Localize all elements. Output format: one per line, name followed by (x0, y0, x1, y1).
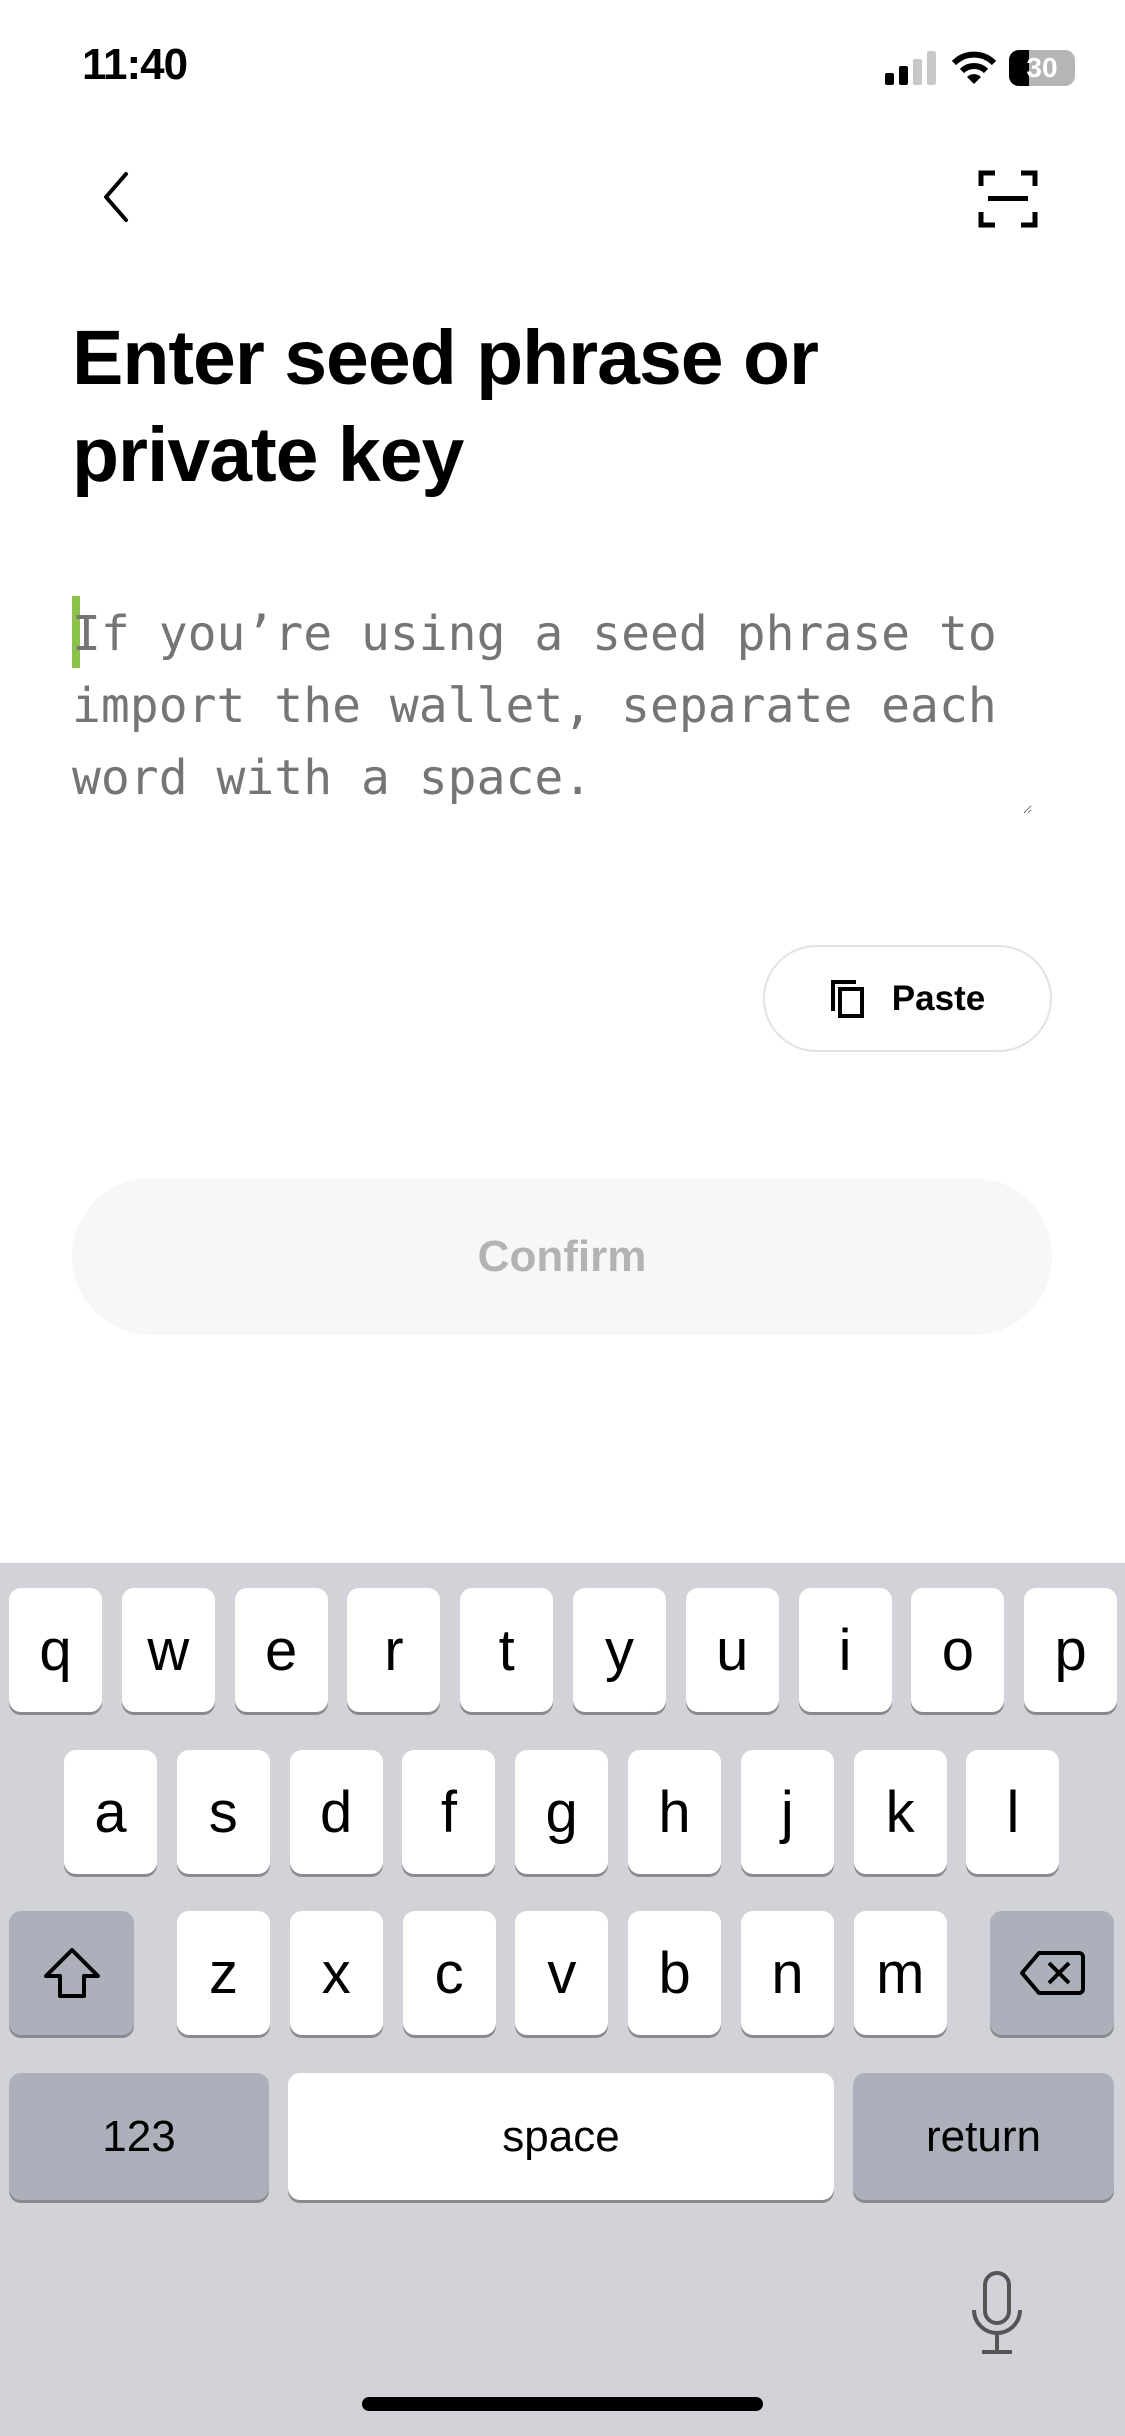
shift-key[interactable] (9, 1911, 134, 2035)
key-a[interactable]: a (64, 1750, 157, 1874)
key-u[interactable]: u (685, 1588, 779, 1712)
key-k[interactable]: k (853, 1750, 947, 1874)
numbers-key[interactable]: 123 (9, 2073, 269, 2200)
battery-indicator: 30 (1009, 50, 1075, 86)
key-d[interactable]: d (289, 1750, 383, 1874)
key-r[interactable]: r (347, 1588, 441, 1712)
key-l[interactable]: l (966, 1750, 1060, 1874)
key-p[interactable]: p (1024, 1588, 1118, 1712)
chevron-left-icon[interactable] (98, 170, 134, 224)
key-h[interactable]: h (628, 1750, 721, 1874)
key-o[interactable]: o (911, 1588, 1005, 1712)
return-key[interactable]: return (853, 2073, 1114, 2200)
key-v[interactable]: v (515, 1911, 609, 2035)
seed-phrase-input[interactable] (72, 598, 1032, 814)
key-e[interactable]: e (234, 1588, 328, 1712)
key-c[interactable]: c (402, 1911, 496, 2035)
signal-icon (885, 51, 936, 85)
confirm-button[interactable]: Confirm (72, 1178, 1052, 1335)
key-g[interactable]: g (515, 1750, 609, 1874)
battery-level: 30 (1026, 52, 1058, 83)
copy-icon (830, 979, 864, 1018)
key-j[interactable]: j (740, 1750, 834, 1874)
key-q[interactable]: q (9, 1588, 102, 1712)
home-indicator[interactable] (362, 2397, 763, 2411)
scan-icon[interactable] (978, 170, 1038, 228)
backspace-icon (1020, 1951, 1085, 1995)
status-time: 11:40 (82, 40, 188, 89)
key-i[interactable]: i (798, 1588, 892, 1712)
key-m[interactable]: m (853, 1911, 947, 2035)
key-f[interactable]: f (402, 1750, 496, 1874)
wifi-icon (951, 51, 997, 84)
key-y[interactable]: y (573, 1588, 666, 1712)
key-n[interactable]: n (741, 1911, 834, 2035)
microphone-icon[interactable] (970, 2270, 1024, 2356)
key-z[interactable]: z (177, 1911, 270, 2035)
key-b[interactable]: b (628, 1911, 722, 2035)
space-key[interactable]: space (288, 2073, 834, 2200)
key-s[interactable]: s (176, 1750, 270, 1874)
status-icons: 30 (885, 50, 1075, 86)
key-w[interactable]: w (121, 1588, 215, 1712)
page-title: Enter seed phrase or private key (72, 315, 819, 498)
paste-button[interactable]: Paste (763, 945, 1052, 1052)
shift-icon (43, 1948, 100, 1998)
key-x[interactable]: x (289, 1911, 383, 2035)
paste-label: Paste (891, 978, 986, 1018)
delete-key[interactable] (990, 1911, 1114, 2035)
key-t[interactable]: t (460, 1588, 554, 1712)
